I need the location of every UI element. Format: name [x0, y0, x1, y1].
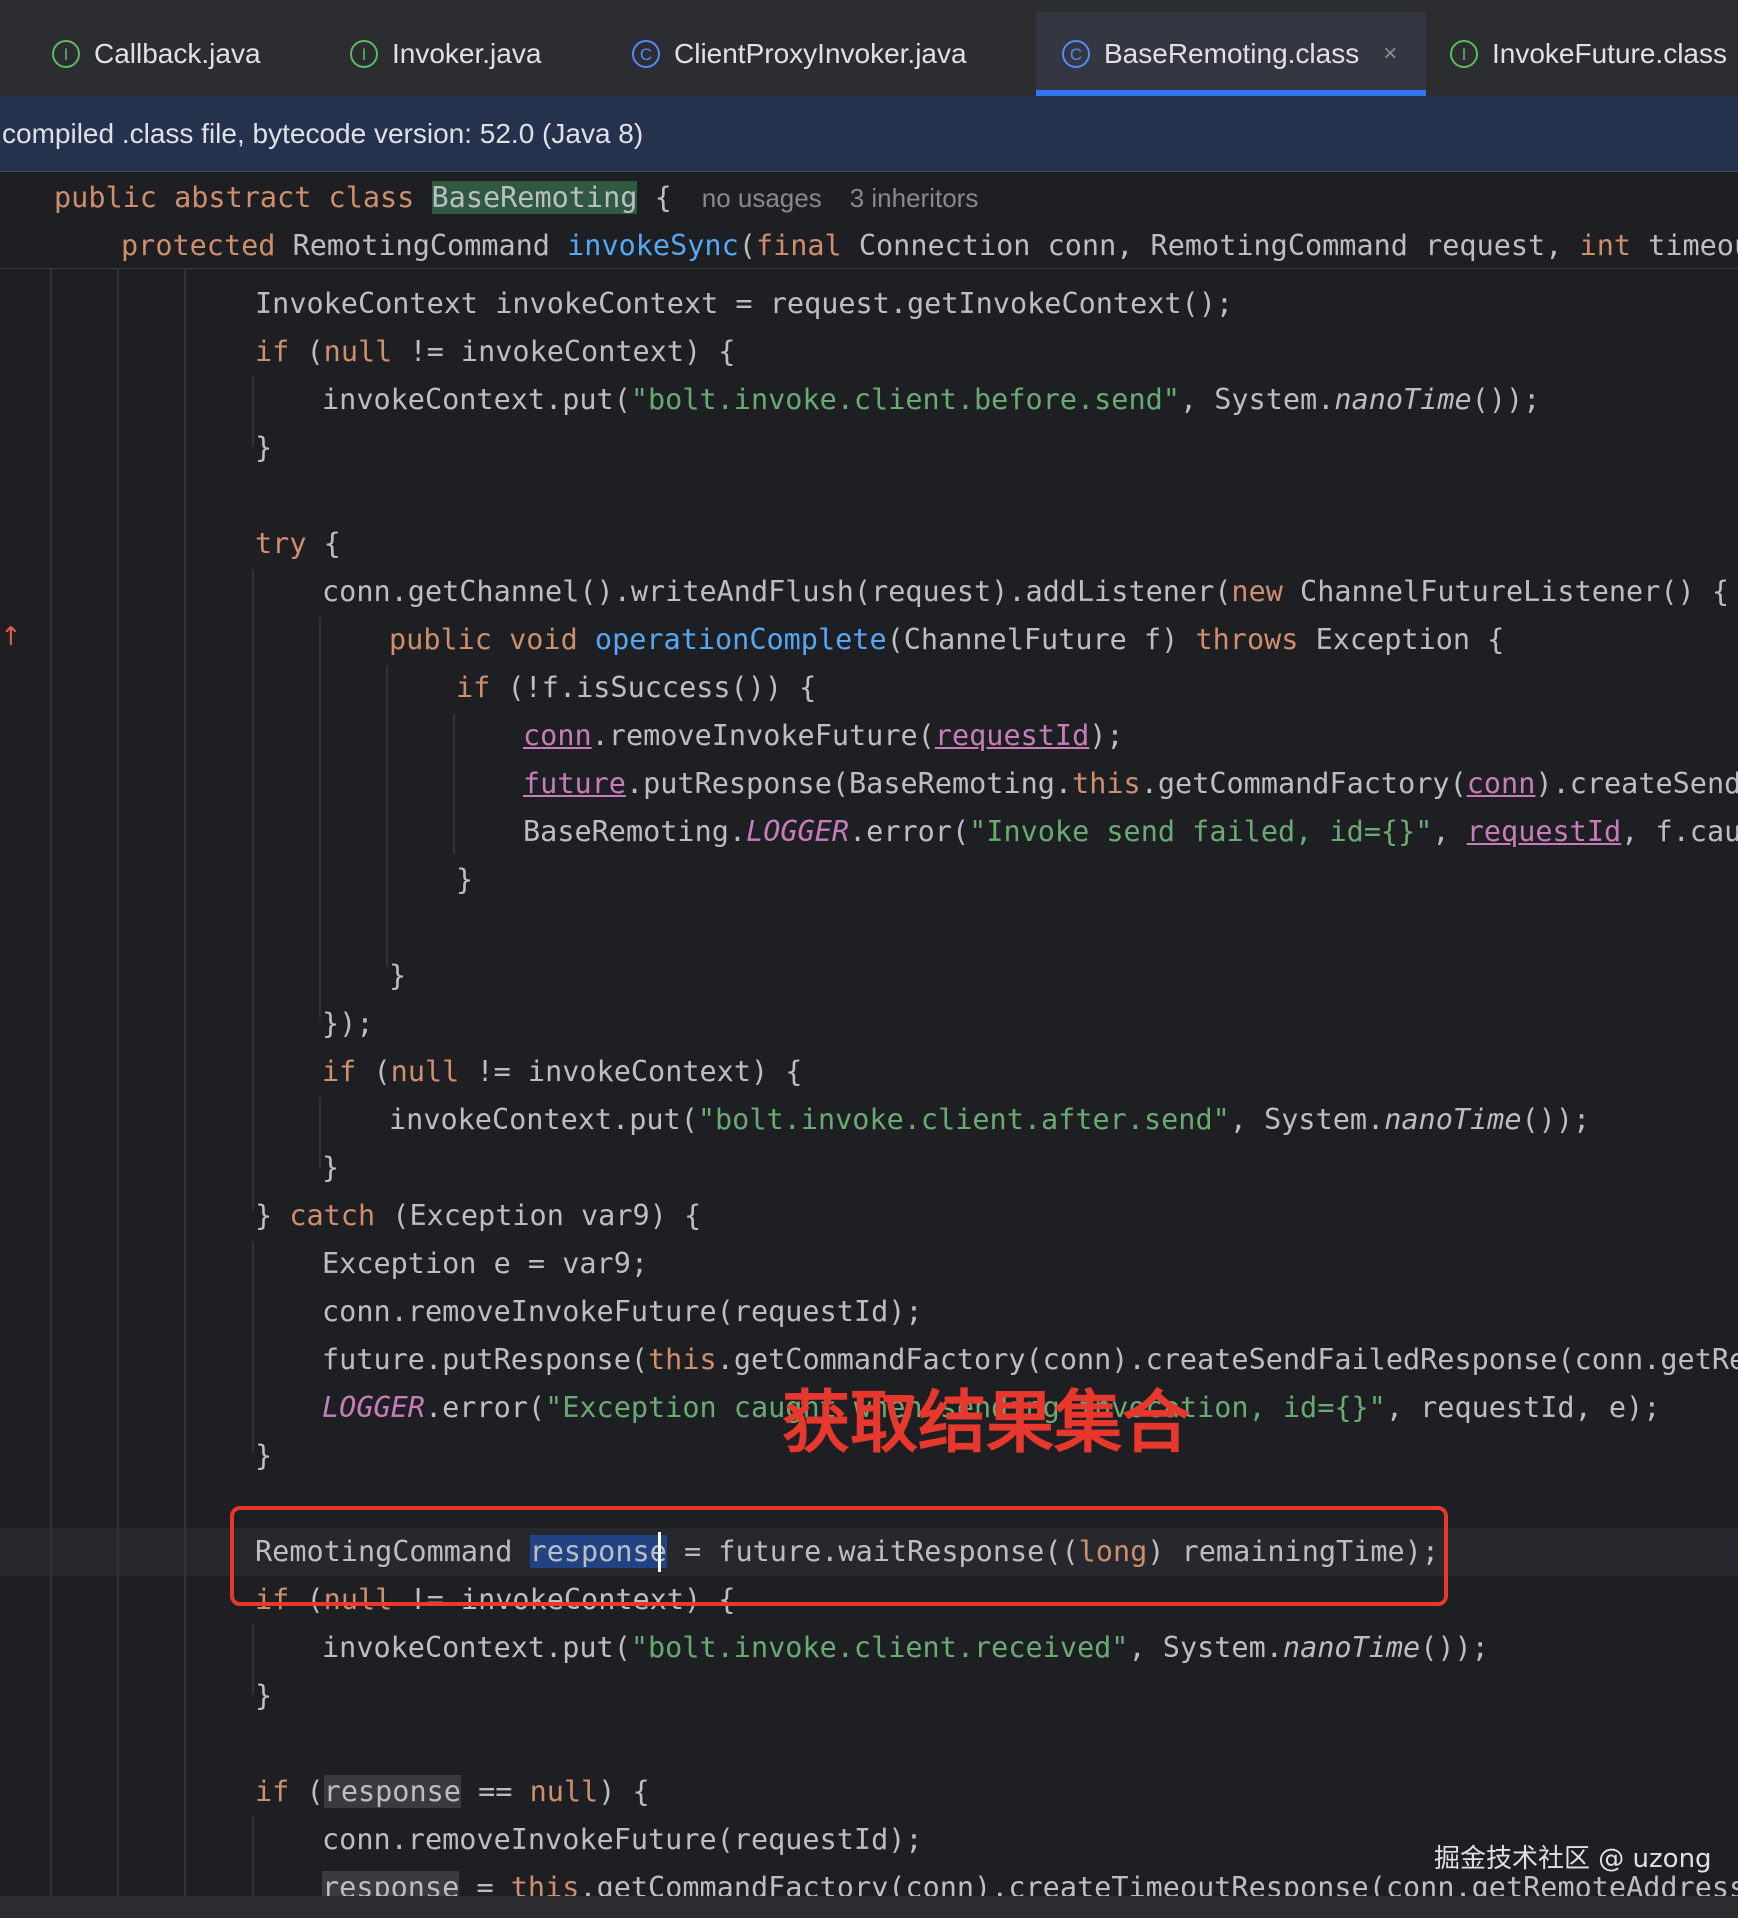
method-name[interactable]: invokeSync: [567, 229, 739, 262]
editor-tab-bar: I Callback.java I Invoker.java C ClientP…: [0, 0, 1738, 97]
sticky-class-line: public abstract class BaseRemoting { no u…: [54, 174, 978, 222]
code-line: }: [456, 863, 474, 896]
indent-guide: [252, 1624, 254, 1694]
paren: (: [738, 229, 756, 262]
code-line: if (response == null) {: [255, 1775, 650, 1808]
usages-hint[interactable]: no usages: [702, 183, 822, 213]
code-line: try {: [255, 527, 341, 560]
code-line: conn.removeInvokeFuture(requestId);: [322, 1823, 923, 1856]
override-gutter-icon[interactable]: ↑: [0, 622, 22, 652]
indent-guide: [252, 570, 254, 1210]
tab-label: InvokeFuture.class: [1492, 38, 1727, 69]
tab-base-remoting-class[interactable]: C BaseRemoting.class ×: [1036, 12, 1426, 96]
tab-label: Invoker.java: [392, 38, 542, 69]
indent-guide: [319, 1098, 321, 1168]
code-line: Exception e = var9;: [322, 1247, 649, 1280]
keyword: int: [1579, 229, 1632, 262]
tab-label: Callback.java: [94, 38, 261, 69]
tab-label: BaseRemoting.class: [1104, 38, 1360, 69]
brace: {: [637, 181, 672, 214]
watermark: 掘金技术社区 @ uzong: [1434, 1844, 1712, 1874]
indent-guide: [252, 376, 254, 446]
indent-guide: [453, 714, 455, 854]
class-icon: C: [1062, 40, 1090, 68]
tab-client-proxy-invoker-java[interactable]: C ClientProxyInvoker.java: [632, 12, 967, 96]
annotation-highlight-box: [230, 1506, 1448, 1606]
tab-label: ClientProxyInvoker.java: [674, 38, 967, 69]
keyword: protected: [121, 229, 293, 262]
code-line: if (!f.isSuccess()) {: [456, 671, 817, 704]
tab-invoker-java[interactable]: I Invoker.java: [350, 12, 541, 96]
inheritors-hint[interactable]: 3 inheritors: [850, 183, 979, 213]
code-line: conn.getChannel().writeAndFlush(request)…: [322, 575, 1730, 608]
tab-callback-java[interactable]: I Callback.java: [52, 12, 261, 96]
return-type: RemotingCommand: [292, 229, 568, 262]
bottom-strip: [0, 1896, 1738, 1918]
code-line: }: [255, 1439, 273, 1472]
code-line: invokeContext.put("bolt.invoke.client.af…: [389, 1103, 1591, 1136]
indent-guide: [252, 1816, 254, 1896]
code-line: } catch (Exception var9) {: [255, 1199, 702, 1232]
code-line: future.putResponse(this.getCommandFactor…: [322, 1343, 1738, 1376]
code-line: future.putResponse(BaseRemoting.this.get…: [523, 767, 1738, 800]
annotation-text: 获取结果集合: [782, 1384, 1191, 1463]
indent-guide: [184, 268, 186, 1896]
interface-icon: I: [52, 40, 80, 68]
keyword: final: [755, 229, 842, 262]
indent-guide: [50, 268, 52, 1896]
indent-guide: [252, 1242, 254, 1452]
code-line: if (null != invokeContext) {: [255, 335, 736, 368]
code-line: invokeContext.put("bolt.invoke.client.be…: [322, 383, 1541, 416]
top-strip: [0, 0, 1738, 12]
decompiled-banner: compiled .class file, bytecode version: …: [0, 96, 1738, 172]
keyword: public abstract class: [54, 181, 432, 214]
indent-guide: [386, 666, 388, 966]
interface-icon: I: [350, 40, 378, 68]
sticky-method-line: protected RemotingCommand invokeSync(fin…: [121, 222, 1738, 270]
code-line: conn.removeInvokeFuture(requestId);: [523, 719, 1124, 752]
code-line: public void operationComplete(ChannelFut…: [389, 623, 1505, 656]
indent-guide: [319, 618, 321, 1018]
code-line: if (null != invokeContext) {: [322, 1055, 803, 1088]
code-line: conn.removeInvokeFuture(requestId);: [322, 1295, 923, 1328]
params: timeoutM: [1648, 229, 1738, 262]
banner-text: compiled .class file, bytecode version: …: [2, 117, 644, 149]
close-icon[interactable]: ×: [1383, 40, 1397, 68]
code-line: }: [389, 959, 407, 992]
code-line: }: [255, 431, 273, 464]
indent-guide: [117, 268, 119, 1896]
code-line: invokeContext.put("bolt.invoke.client.re…: [322, 1631, 1489, 1664]
code-line: BaseRemoting.LOGGER.error("Invoke send f…: [523, 815, 1738, 848]
code-line: });: [322, 1007, 374, 1040]
params: Connection conn, RemotingCommand request…: [841, 229, 1580, 262]
tab-invoke-future-class[interactable]: I InvokeFuture.class: [1450, 12, 1727, 96]
code-line: InvokeContext invokeContext = request.ge…: [255, 287, 1234, 320]
interface-icon: I: [1450, 40, 1478, 68]
class-icon: C: [632, 40, 660, 68]
code-line: }: [255, 1679, 273, 1712]
code-line: }: [322, 1151, 340, 1184]
class-name[interactable]: BaseRemoting: [431, 181, 638, 214]
sticky-header: public abstract class BaseRemoting { no u…: [0, 172, 1738, 269]
